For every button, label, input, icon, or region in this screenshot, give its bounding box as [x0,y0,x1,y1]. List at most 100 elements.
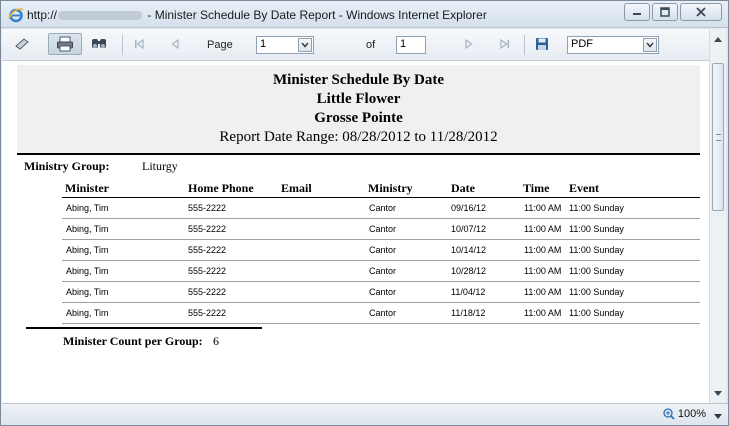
table-row: Abing, Tim 555-2222 Cantor 09/16/12 11:0… [62,198,700,219]
minimize-button[interactable] [624,3,650,21]
column-header-minister: Minister [65,181,109,195]
group-footer-divider [26,327,262,329]
zoom-dropdown-button[interactable] [714,410,722,422]
cell-time: 11:00 AM [524,245,562,255]
cell-home-phone: 555-2222 [188,245,227,255]
cell-minister: Abing, Tim [66,266,109,276]
cell-minister: Abing, Tim [66,287,109,297]
first-page-button[interactable] [130,33,148,55]
chevron-down-icon [714,414,722,419]
cell-ministry: Cantor [369,203,397,213]
previous-page-icon [171,38,179,50]
cell-event: 11:00 Sunday [569,245,624,255]
toolbar-separator [524,35,525,55]
report-toolbar: Page 1 of 1 PDF [2,29,726,61]
export-format-value: PDF [571,38,593,50]
cell-date: 10/14/12 [451,245,487,255]
minimize-icon [633,13,641,15]
cell-event: 11:00 Sunday [569,224,624,234]
print-button[interactable] [48,33,82,55]
cell-date: 11/04/12 [451,287,486,297]
parish-name: Little Flower [316,91,401,107]
window-title: http:// - Minister Schedule By Date Repo… [27,8,487,22]
redacted-url [58,11,143,21]
cell-ministry: Cantor [369,287,397,297]
cell-time: 11:00 AM [524,266,562,276]
copy-icon [15,38,29,50]
export-format-select[interactable]: PDF [567,36,659,54]
cell-ministry: Cantor [369,224,397,234]
toolbar-separator [122,35,123,55]
zoom-level: 100% [677,408,706,420]
table-row: Abing, Tim 555-2222 Cantor 11/18/12 11:0… [62,303,700,324]
cell-event: 11:00 Sunday [569,308,624,318]
page-select[interactable]: 1 [256,36,314,54]
title-text-suffix: - Minister Schedule By Date Report - Win… [147,8,487,22]
cell-date: 09/16/12 [451,203,487,213]
cell-ministry: Cantor [369,308,397,318]
next-page-icon [465,38,473,50]
save-button[interactable] [532,33,552,55]
cell-time: 11:00 AM [524,308,562,318]
cell-home-phone: 555-2222 [188,203,227,213]
arrow-up-icon [714,36,722,42]
scroll-up-button[interactable] [710,31,726,47]
scroll-down-button[interactable] [710,385,726,401]
find-button[interactable] [88,33,112,55]
total-pages-field: 1 [396,36,426,54]
find-icon [92,39,106,48]
report-header: Minister Schedule By Date Little Flower … [17,65,700,153]
ministry-group-value: Liturgy [142,159,178,173]
close-button[interactable] [680,3,722,21]
cell-minister: Abing, Tim [66,224,109,234]
table-row: Abing, Tim 555-2222 Cantor 10/28/12 11:0… [62,261,700,282]
zoom-control[interactable]: 100% [663,408,706,420]
cell-time: 11:00 AM [524,287,562,297]
copy-button[interactable] [10,33,34,55]
arrow-down-icon [714,390,722,396]
last-page-icon [500,38,509,50]
chevron-down-icon [643,38,657,52]
cell-home-phone: 555-2222 [188,224,227,234]
browser-window: http:// - Minister Schedule By Date Repo… [0,0,729,426]
save-icon [536,38,548,50]
parish-location: Grosse Pointe [314,110,403,126]
print-icon [57,36,73,52]
table-row: Abing, Tim 555-2222 Cantor 10/14/12 11:0… [62,240,700,261]
cell-home-phone: 555-2222 [188,266,227,276]
cell-home-phone: 555-2222 [188,308,227,318]
column-header-email: Email [281,181,312,195]
table-row: Abing, Tim 555-2222 Cantor 11/04/12 11:0… [62,282,700,303]
cell-date: 11/18/12 [451,308,486,318]
scroll-thumb[interactable] [712,63,724,211]
scroll-grip-icon [716,134,721,141]
page-select-value: 1 [260,38,267,50]
column-header-time: Time [523,181,550,195]
status-bar: 100% [2,403,728,425]
cell-home-phone: 555-2222 [188,287,227,297]
previous-page-button[interactable] [166,33,184,55]
cell-event: 11:00 Sunday [569,266,624,276]
maximize-button[interactable] [652,3,678,21]
next-page-button[interactable] [460,33,478,55]
title-url-prefix: http:// [27,8,58,22]
maximize-icon [660,7,670,17]
vertical-scrollbar[interactable] [709,29,726,403]
total-pages-value: 1 [400,38,407,50]
zoom-icon [663,408,675,420]
page-label: Page [207,39,233,51]
cell-minister: Abing, Tim [66,203,109,213]
cell-event: 11:00 Sunday [569,287,624,297]
title-bar: http:// - Minister Schedule By Date Repo… [1,1,728,28]
header-divider [17,153,700,155]
cell-ministry: Cantor [369,245,397,255]
column-header-date: Date [451,181,475,195]
cell-event: 11:00 Sunday [569,203,624,213]
cell-time: 11:00 AM [524,203,562,213]
cell-ministry: Cantor [369,266,397,276]
column-header-ministry: Ministry [368,181,413,195]
minister-count-value: 6 [213,334,219,348]
last-page-button[interactable] [496,33,514,55]
chevron-down-icon [298,38,312,52]
cell-minister: Abing, Tim [66,245,109,255]
